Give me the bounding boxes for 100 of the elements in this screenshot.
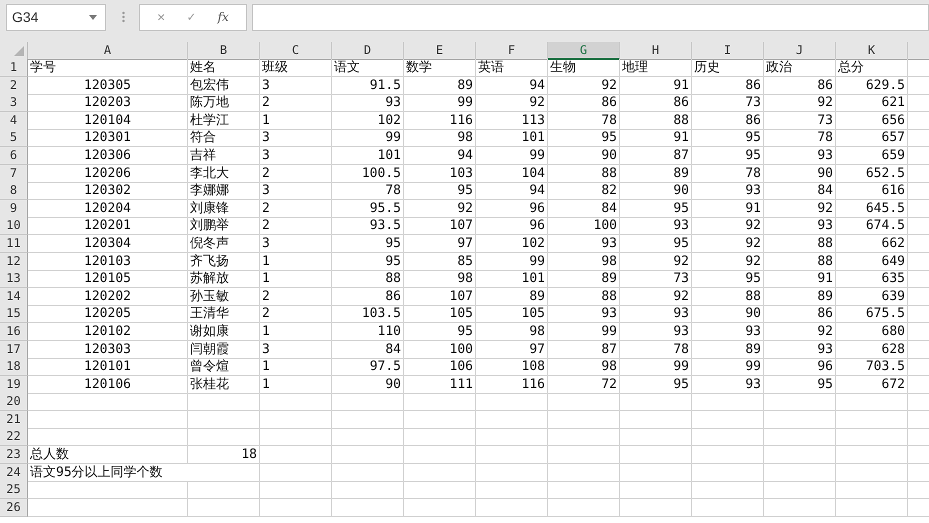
table-cell: 95 [620,234,692,253]
row-header[interactable]: 3 [0,94,28,112]
table-cell: 104 [476,164,548,183]
row-header[interactable]: 12 [0,252,28,271]
column-header[interactable]: G [548,42,620,60]
table-cell: 97 [404,234,476,253]
row-header[interactable]: 26 [0,498,28,517]
row-header[interactable]: 19 [0,376,28,394]
row-header[interactable]: 1 [0,59,28,77]
column-header[interactable]: A [28,42,188,60]
empty-cell [404,428,476,446]
table-cell: 3 [260,182,332,200]
row-header[interactable]: 13 [0,270,28,288]
table-cell: 2 [260,200,332,218]
table-cell: 635 [836,270,908,288]
empty-cell [764,481,836,500]
table-cell: 107 [404,288,476,306]
table-cell: 639 [836,288,908,306]
row-header[interactable]: 22 [0,428,28,446]
table-cell: 90 [620,182,692,200]
empty-cell [620,481,692,500]
column-header[interactable]: H [620,42,692,60]
column-header[interactable]: B [188,42,260,60]
table-cell: 94 [404,146,476,165]
table-cell: 地理 [620,59,692,77]
row-header[interactable]: 23 [0,446,28,464]
table-cell: 72 [548,376,620,394]
row-header[interactable]: 10 [0,217,28,236]
empty-cell [476,446,548,464]
name-box[interactable]: G34 [6,4,106,30]
table-cell: 90 [548,146,620,165]
table-cell: 629.5 [836,76,908,95]
row-header[interactable]: 14 [0,288,28,306]
table-cell: 91 [692,200,764,218]
row-header[interactable]: 16 [0,322,28,341]
table-cell: 88 [692,288,764,306]
row-header[interactable]: 9 [0,200,28,218]
row-header[interactable]: 2 [0,76,28,95]
column-header[interactable]: J [764,42,836,60]
table-cell: 孙玉敏 [188,288,260,306]
table-cell: 120101 [28,358,188,376]
row-header[interactable]: 20 [0,393,28,412]
table-cell: 100 [404,340,476,358]
row-header[interactable]: 15 [0,305,28,324]
table-cell: 2 [260,305,332,324]
row-header[interactable]: 7 [0,164,28,183]
table-cell: 95 [404,322,476,341]
table-cell: 85 [404,252,476,271]
empty-cell [476,481,548,500]
table-cell: 2 [260,94,332,112]
table-cell: 703.5 [836,358,908,376]
table-cell: 3 [260,146,332,165]
table-cell: 86 [692,112,764,130]
table-cell: 90 [692,305,764,324]
row-header[interactable]: 6 [0,146,28,165]
table-cell: 88 [332,270,404,288]
column-header[interactable]: E [404,42,476,60]
empty-cell [836,428,908,446]
column-header[interactable]: C [260,42,332,60]
table-cell: 曾令煊 [188,358,260,376]
empty-cell [548,393,620,412]
table-cell: 90 [332,376,404,394]
table-cell: 89 [404,76,476,95]
empty-cell [548,498,620,517]
insert-function-button[interactable]: fx [218,11,229,23]
column-header[interactable]: D [332,42,404,60]
empty-cell [692,428,764,446]
empty-cell [404,464,476,482]
row-header[interactable]: 17 [0,340,28,358]
table-cell: 1 [260,376,332,394]
formula-input-field[interactable] [252,4,929,30]
column-header[interactable]: K [836,42,908,60]
empty-cell [764,498,836,517]
column-header[interactable]: I [692,42,764,60]
table-cell: 1 [260,112,332,130]
row-header[interactable]: 11 [0,234,28,253]
table-cell: 93.5 [332,217,404,236]
table-cell: 生物 [548,59,620,77]
table-cell: 84 [764,182,836,200]
table-cell: 92 [620,252,692,271]
table-cell: 92 [764,200,836,218]
empty-cell [404,498,476,517]
table-cell: 101 [476,270,548,288]
table-cell: 98 [548,252,620,271]
row-header[interactable]: 5 [0,129,28,148]
row-header[interactable]: 25 [0,481,28,500]
table-cell: 93 [620,322,692,341]
table-cell: 99 [404,94,476,112]
row-header[interactable]: 18 [0,358,28,376]
table-cell: 95 [620,200,692,218]
row-header[interactable]: 24 [0,464,28,482]
table-cell: 87 [548,340,620,358]
table-cell: 99 [332,129,404,148]
table-cell: 3 [260,76,332,95]
table-cell: 649 [836,252,908,271]
row-header[interactable]: 21 [0,410,28,429]
table-cell: 92 [692,234,764,253]
row-header[interactable]: 4 [0,112,28,130]
table-cell: 英语 [476,59,548,77]
row-header[interactable]: 8 [0,182,28,200]
